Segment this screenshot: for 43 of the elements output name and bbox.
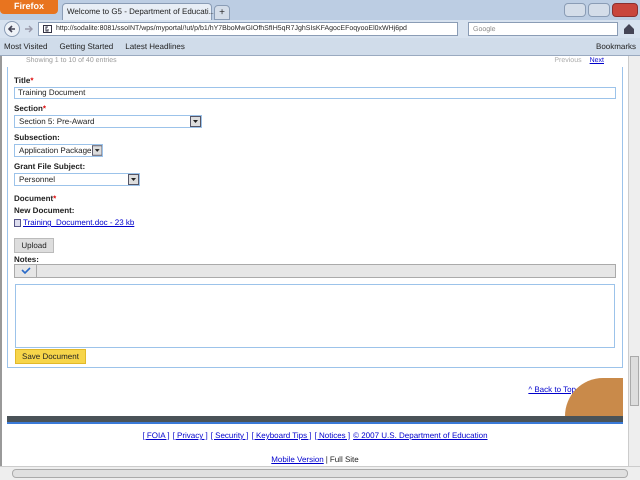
home-icon[interactable] bbox=[622, 22, 636, 36]
notes-textarea[interactable] bbox=[15, 284, 615, 348]
horizontal-scrollbar[interactable] bbox=[0, 466, 640, 480]
required-mark: * bbox=[42, 103, 46, 115]
file-link[interactable]: Training_Document.doc - 23 kb bbox=[23, 217, 134, 229]
footer-link[interactable]: [ Notices ] bbox=[314, 430, 350, 442]
notes-label: Notes: bbox=[14, 256, 40, 264]
close-button[interactable] bbox=[612, 3, 638, 17]
bookmark-item[interactable]: Most Visited bbox=[4, 40, 48, 52]
dropdown[interactable]: Application Package bbox=[14, 144, 103, 157]
upload-button[interactable]: Upload bbox=[14, 238, 54, 253]
back-icon[interactable] bbox=[4, 21, 20, 37]
title-field[interactable]: Training Document bbox=[14, 87, 616, 99]
footer-link[interactable]: [ Privacy ] bbox=[172, 430, 208, 442]
document-icon bbox=[14, 219, 21, 227]
field-label: Title bbox=[14, 75, 30, 87]
minimize-button[interactable] bbox=[564, 3, 586, 17]
browser-tab[interactable]: Welcome to G5 - Department of Educati... bbox=[62, 3, 212, 20]
footer-link[interactable]: [ Security ] bbox=[210, 430, 248, 442]
full-site-text: Full Site bbox=[330, 454, 359, 466]
footer-link[interactable]: [ Keyboard Tips ] bbox=[252, 430, 312, 442]
site-icon bbox=[43, 25, 52, 33]
document-label: Document bbox=[14, 194, 54, 203]
separator: | bbox=[326, 454, 328, 466]
bookmarks-menu[interactable]: Bookmarks bbox=[596, 40, 636, 52]
field-label: Subsection: bbox=[14, 132, 60, 144]
spellcheck-icon bbox=[20, 267, 30, 275]
dropdown[interactable]: Personnel bbox=[14, 173, 140, 186]
mobile-version-link[interactable]: Mobile Version bbox=[271, 454, 324, 466]
forward-icon[interactable] bbox=[24, 24, 34, 34]
footer-link[interactable]: © 2007 U.S. Department of Education bbox=[353, 430, 488, 442]
vertical-scrollbar[interactable] bbox=[628, 56, 640, 466]
save-document-button[interactable]: Save Document bbox=[15, 349, 86, 364]
footer-link[interactable]: [ FOIA ] bbox=[142, 430, 170, 442]
new-document-label: New Document: bbox=[14, 205, 76, 217]
bookmark-item[interactable]: Getting Started bbox=[59, 40, 114, 52]
field-label: Section bbox=[14, 103, 43, 115]
required-mark: * bbox=[53, 194, 56, 203]
field-label: Grant File Subject: bbox=[14, 161, 86, 173]
new-tab-button[interactable]: + bbox=[214, 5, 230, 20]
bookmark-item[interactable]: Latest Headlines bbox=[125, 40, 185, 52]
required-mark: * bbox=[30, 75, 34, 87]
dropdown[interactable]: Section 5: Pre-Award bbox=[14, 115, 202, 128]
